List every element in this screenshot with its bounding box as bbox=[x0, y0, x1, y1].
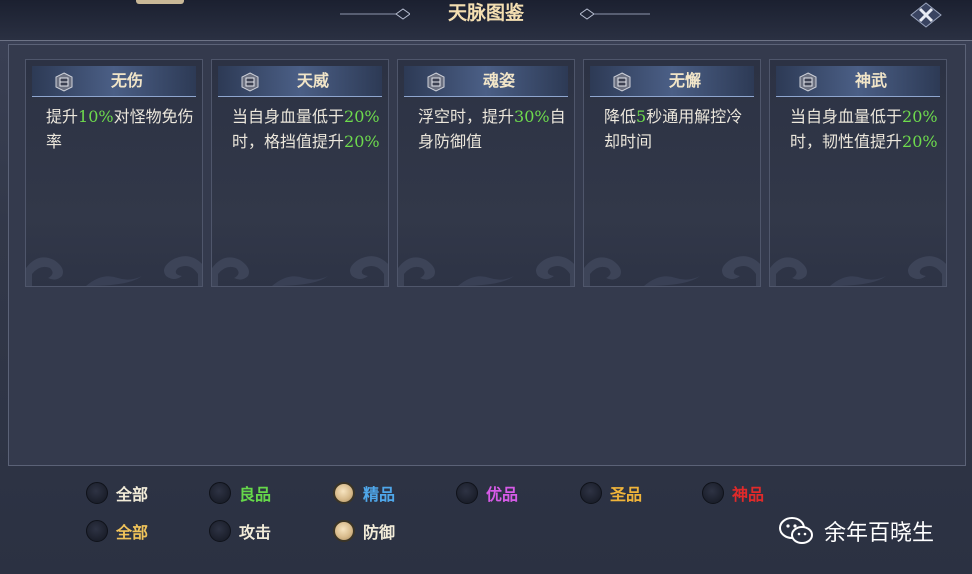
description-value: 30% bbox=[514, 107, 550, 126]
description-text: 时，格挡值提升 bbox=[232, 132, 345, 151]
emblem-icon bbox=[799, 72, 817, 92]
titlebar-tab-decoration bbox=[136, 0, 184, 4]
description-text: 降低 bbox=[604, 107, 637, 126]
radio-button[interactable] bbox=[86, 482, 108, 504]
close-icon bbox=[910, 2, 942, 28]
meridian-card[interactable]: 天威 当自身血量低于20%时，格挡值提升20% bbox=[211, 59, 389, 287]
cloud-ornament-icon bbox=[398, 256, 574, 286]
description-value: 20% bbox=[344, 132, 380, 151]
filter-label: 良品 bbox=[239, 485, 272, 504]
card-description: 当自身血量低于20%时，韧性值提升20% bbox=[790, 104, 938, 154]
window-title: 天脉图鉴 bbox=[447, 2, 524, 24]
radio-button[interactable] bbox=[333, 482, 355, 504]
type-filter-option[interactable]: 全部 bbox=[86, 518, 148, 544]
radio-button[interactable] bbox=[580, 482, 602, 504]
filter-label: 精品 bbox=[363, 485, 396, 504]
card-description: 浮空时，提升30%自身防御值 bbox=[418, 104, 566, 154]
radio-button[interactable] bbox=[702, 482, 724, 504]
type-filter-option[interactable]: 防御 bbox=[333, 518, 395, 544]
meridian-card[interactable]: 无懈降低5秒通用解控冷却时间 bbox=[583, 59, 761, 287]
card-header: 天威 bbox=[218, 66, 382, 97]
type-filter-option[interactable]: 攻击 bbox=[209, 518, 271, 544]
watermark: 余年百晓生 bbox=[778, 514, 934, 548]
description-value: 10% bbox=[78, 107, 114, 126]
filter-label: 全部 bbox=[116, 523, 149, 542]
emblem-icon bbox=[241, 72, 259, 92]
card-title: 天威 bbox=[296, 71, 329, 90]
description-text: 当自身血量低于 bbox=[790, 107, 903, 126]
filter-label: 攻击 bbox=[239, 523, 272, 542]
description-text: 当自身血量低于 bbox=[232, 107, 345, 126]
cloud-ornament-icon bbox=[584, 256, 760, 286]
meridian-card[interactable]: 无伤提升10%对怪物免伤率 bbox=[25, 59, 203, 287]
radio-button[interactable] bbox=[209, 520, 231, 542]
description-value: 5 bbox=[636, 107, 647, 126]
close-button[interactable] bbox=[906, 0, 946, 30]
card-description: 提升10%对怪物免伤率 bbox=[46, 104, 194, 154]
cloud-ornament-icon bbox=[770, 256, 946, 286]
card-description: 当自身血量低于20%时，格挡值提升20% bbox=[232, 104, 380, 154]
description-value: 20% bbox=[902, 132, 938, 151]
description-text: 浮空时，提升 bbox=[418, 107, 515, 126]
quality-filter-option[interactable]: 优品 bbox=[456, 480, 518, 506]
quality-filter-option[interactable]: 精品 bbox=[333, 480, 395, 506]
filter-label: 神品 bbox=[732, 485, 765, 504]
emblem-icon bbox=[613, 72, 631, 92]
card-title: 无懈 bbox=[668, 71, 701, 90]
card-header: 无懈 bbox=[590, 66, 754, 97]
description-text: 提升 bbox=[46, 107, 79, 126]
quality-filter-option[interactable]: 良品 bbox=[209, 480, 271, 506]
dialog-window: 天脉图鉴 无伤 提升10%对怪物免伤率 天威 当自身血量低于20%时，格挡值提升20%… bbox=[0, 0, 972, 574]
description-value: 20% bbox=[344, 107, 380, 126]
wechat-icon bbox=[779, 517, 813, 544]
emblem-icon bbox=[427, 72, 445, 92]
filter-label: 优品 bbox=[486, 485, 519, 504]
filter-label: 圣品 bbox=[610, 485, 643, 504]
filter-label: 防御 bbox=[363, 523, 396, 542]
description-text: 时，韧性值提升 bbox=[790, 132, 903, 151]
card-description: 降低5秒通用解控冷却时间 bbox=[604, 104, 752, 154]
card-header: 神武 bbox=[776, 66, 940, 97]
quality-filter-option[interactable]: 全部 bbox=[86, 480, 148, 506]
card-header: 魂姿 bbox=[404, 66, 568, 97]
radio-button[interactable] bbox=[333, 520, 355, 542]
meridian-card-list: 无伤 提升10%对怪物免伤率 天威 当自身血量低于20%时，格挡值提升20% 魂姿 浮空时… bbox=[25, 59, 949, 287]
radio-button[interactable] bbox=[209, 482, 231, 504]
meridian-card[interactable]: 魂姿浮空时，提升30%自身防御值 bbox=[397, 59, 575, 287]
watermark-text: 余年百晓生 bbox=[824, 521, 935, 546]
cloud-ornament-icon bbox=[212, 256, 388, 286]
card-title: 神武 bbox=[854, 71, 887, 90]
meridian-card[interactable]: 神武 当自身血量低于20%时，韧性值提升20% bbox=[769, 59, 947, 287]
quality-filter-option[interactable]: 圣品 bbox=[580, 480, 642, 506]
emblem-icon bbox=[55, 72, 73, 92]
card-title: 无伤 bbox=[110, 71, 143, 90]
title-ornament-right-icon bbox=[580, 8, 650, 20]
quality-filter-option[interactable]: 神品 bbox=[702, 480, 764, 506]
title-bar: 天脉图鉴 bbox=[0, 0, 972, 41]
card-header: 无伤 bbox=[32, 66, 196, 97]
filter-label: 全部 bbox=[116, 485, 149, 504]
card-title: 魂姿 bbox=[482, 71, 515, 90]
radio-button[interactable] bbox=[456, 482, 478, 504]
codex-panel: 无伤 提升10%对怪物免伤率 天威 当自身血量低于20%时，格挡值提升20% 魂姿 浮空时… bbox=[8, 44, 966, 466]
cloud-ornament-icon bbox=[26, 256, 202, 286]
radio-button[interactable] bbox=[86, 520, 108, 542]
description-value: 20% bbox=[902, 107, 938, 126]
